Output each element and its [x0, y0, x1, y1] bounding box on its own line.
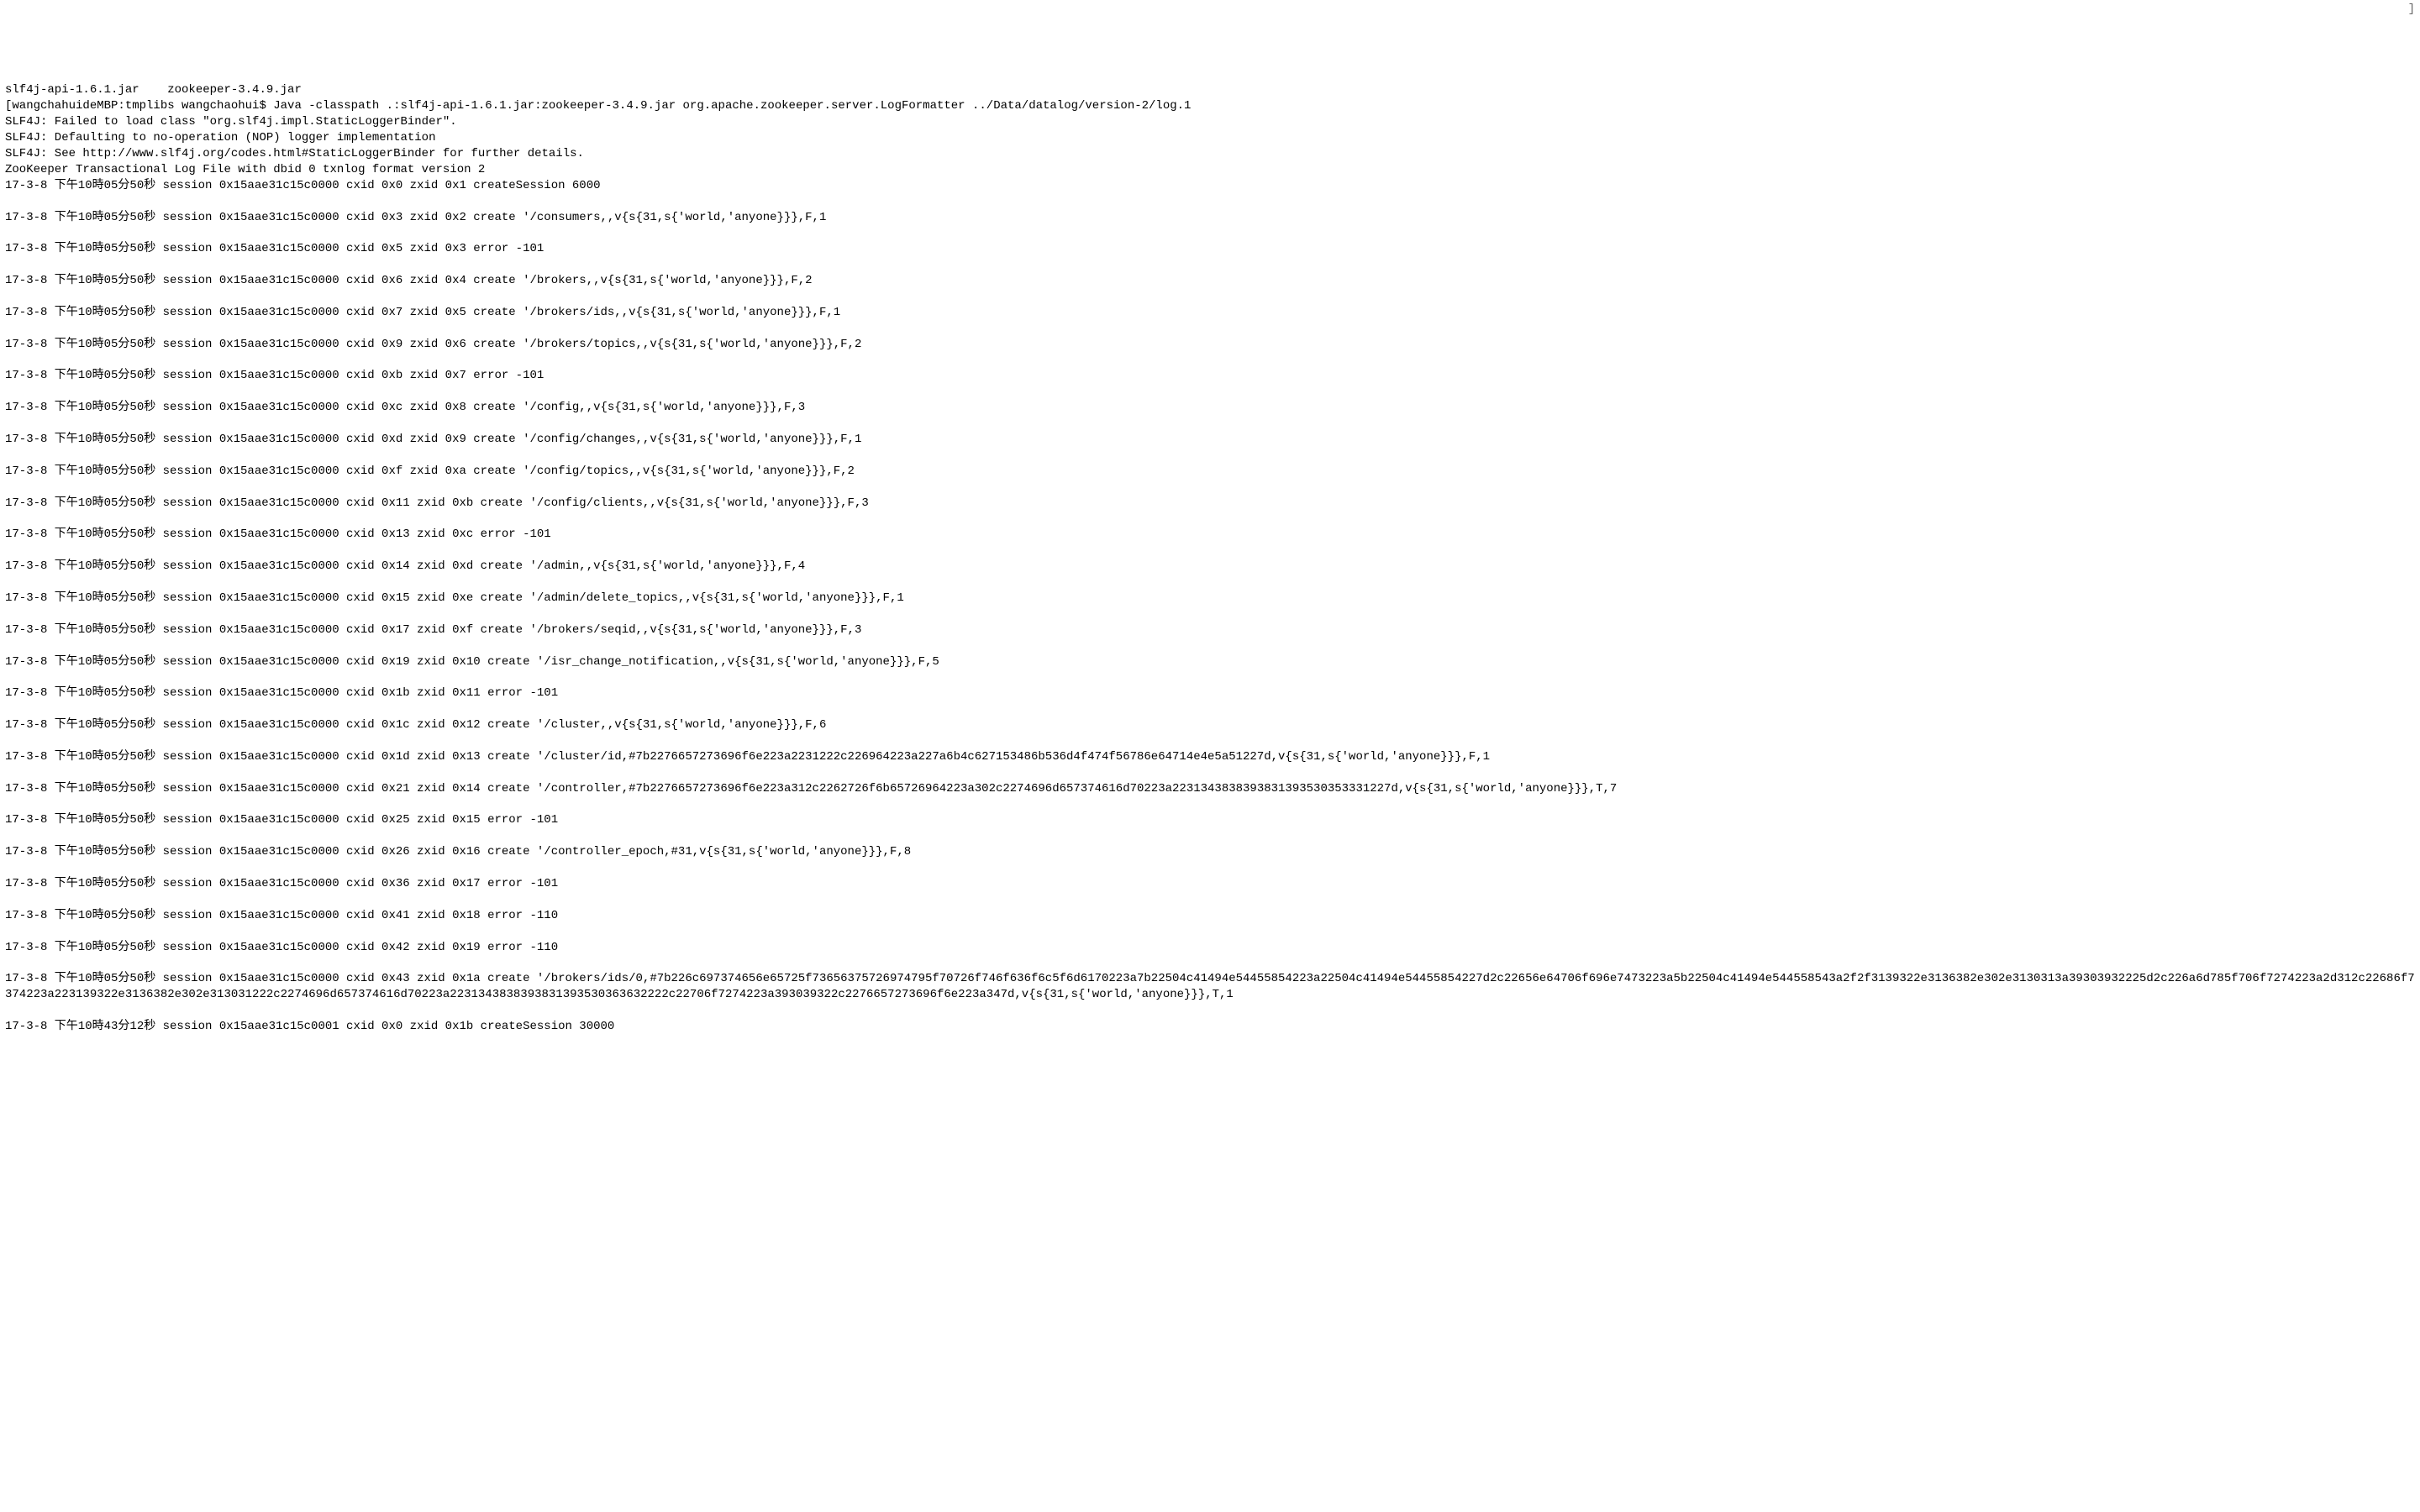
terminal-line [5, 1003, 2415, 1019]
terminal-line [5, 828, 2415, 844]
terminal-line: 17-3-8 下午10時05分50秒 session 0x15aae31c15c… [5, 273, 2415, 289]
terminal-line: 17-3-8 下午10時05分50秒 session 0x15aae31c15c… [5, 210, 2415, 226]
terminal-line: ZooKeeper Transactional Log File with db… [5, 162, 2415, 178]
terminal-line [5, 669, 2415, 685]
terminal-line [5, 701, 2415, 717]
terminal-line: 17-3-8 下午10時05分50秒 session 0x15aae31c15c… [5, 496, 2415, 512]
terminal-line: 17-3-8 下午10時05分50秒 session 0x15aae31c15c… [5, 527, 2415, 543]
terminal-line [5, 765, 2415, 781]
terminal-line: 17-3-8 下午10時05分50秒 session 0x15aae31c15c… [5, 241, 2415, 257]
terminal-line [5, 225, 2415, 241]
terminal-line: 17-3-8 下午10時05分50秒 session 0x15aae31c15c… [5, 559, 2415, 575]
terminal-line [5, 480, 2415, 496]
terminal-line [5, 543, 2415, 559]
terminal-line [5, 448, 2415, 464]
terminal-line: 17-3-8 下午10時05分50秒 session 0x15aae31c15c… [5, 337, 2415, 353]
terminal-line: 17-3-8 下午10時05分50秒 session 0x15aae31c15c… [5, 654, 2415, 670]
terminal-line [5, 575, 2415, 591]
terminal-line: 17-3-8 下午10時05分50秒 session 0x15aae31c15c… [5, 781, 2415, 797]
terminal-line: [wangchahuideMBP:tmplibs wangchaohui$ Ja… [5, 98, 2415, 114]
terminal-line: 17-3-8 下午10時43分12秒 session 0x15aae31c15c… [5, 1019, 2415, 1035]
terminal-line: 17-3-8 下午10時05分50秒 session 0x15aae31c15c… [5, 844, 2415, 860]
terminal-line: slf4j-api-1.6.1.jar zookeeper-3.4.9.jar [5, 82, 2415, 98]
terminal-line: 17-3-8 下午10時05分50秒 session 0x15aae31c15c… [5, 940, 2415, 956]
terminal-line [5, 289, 2415, 305]
terminal-line [5, 384, 2415, 400]
terminal-line: 17-3-8 下午10時05分50秒 session 0x15aae31c15c… [5, 622, 2415, 638]
terminal-line: 17-3-8 下午10時05分50秒 session 0x15aae31c15c… [5, 368, 2415, 384]
terminal-line [5, 321, 2415, 337]
terminal-line [5, 797, 2415, 813]
terminal-line: SLF4J: Failed to load class "org.slf4j.i… [5, 114, 2415, 130]
terminal-line: 17-3-8 下午10時05分50秒 session 0x15aae31c15c… [5, 432, 2415, 448]
terminal-line [5, 860, 2415, 876]
terminal-output[interactable]: slf4j-api-1.6.1.jar zookeeper-3.4.9.jar[… [5, 82, 2415, 1034]
terminal-line [5, 512, 2415, 528]
terminal-line: 17-3-8 下午10時05分50秒 session 0x15aae31c15c… [5, 178, 2415, 194]
terminal-line: 17-3-8 下午10時05分50秒 session 0x15aae31c15c… [5, 591, 2415, 606]
terminal-line [5, 892, 2415, 908]
terminal-line: 17-3-8 下午10時05分50秒 session 0x15aae31c15c… [5, 305, 2415, 321]
terminal-line [5, 733, 2415, 749]
terminal-line [5, 353, 2415, 369]
terminal-line: SLF4J: See http://www.slf4j.org/codes.ht… [5, 146, 2415, 162]
terminal-line [5, 606, 2415, 622]
terminal-line: 17-3-8 下午10時05分50秒 session 0x15aae31c15c… [5, 876, 2415, 892]
terminal-line [5, 638, 2415, 654]
terminal-line: 17-3-8 下午10時05分50秒 session 0x15aae31c15c… [5, 685, 2415, 701]
terminal-line: 17-3-8 下午10時05分50秒 session 0x15aae31c15c… [5, 971, 2415, 1003]
terminal-line [5, 194, 2415, 210]
terminal-line [5, 955, 2415, 971]
terminal-line: 17-3-8 下午10時05分50秒 session 0x15aae31c15c… [5, 717, 2415, 733]
terminal-line: SLF4J: Defaulting to no-operation (NOP) … [5, 130, 2415, 146]
terminal-line [5, 416, 2415, 432]
terminal-line [5, 924, 2415, 940]
terminal-line: 17-3-8 下午10時05分50秒 session 0x15aae31c15c… [5, 464, 2415, 480]
terminal-cursor: ] [2408, 2, 2415, 18]
terminal-line: 17-3-8 下午10時05分50秒 session 0x15aae31c15c… [5, 908, 2415, 924]
terminal-line: 17-3-8 下午10時05分50秒 session 0x15aae31c15c… [5, 400, 2415, 416]
terminal-line [5, 257, 2415, 273]
terminal-line: 17-3-8 下午10時05分50秒 session 0x15aae31c15c… [5, 812, 2415, 828]
terminal-line: 17-3-8 下午10時05分50秒 session 0x15aae31c15c… [5, 749, 2415, 765]
